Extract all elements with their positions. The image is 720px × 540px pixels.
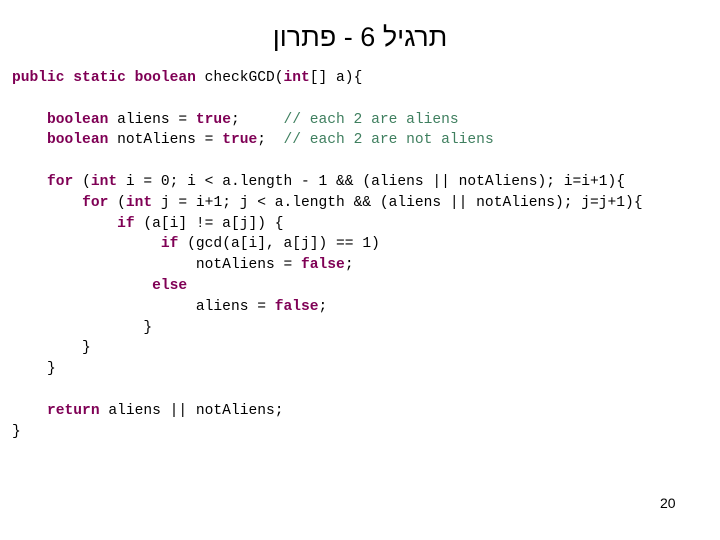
code-text: } — [12, 361, 56, 378]
code-text: checkGCD( — [195, 70, 284, 86]
code-keyword: if — [160, 236, 179, 253]
page-number: 20 — [660, 495, 676, 511]
code-text: aliens = — [108, 111, 196, 128]
code-line: } — [12, 318, 643, 339]
code-keyword: boolean — [47, 132, 109, 149]
code-text: aliens || notAliens; — [99, 402, 284, 419]
code-line: for (int j = i+1; j < a.length && (alien… — [12, 193, 643, 214]
code-text: j = i+1; j < a.length && (aliens || notA… — [152, 194, 643, 211]
code-line: else — [12, 276, 643, 297]
code-keyword: int — [283, 70, 310, 86]
code-keyword: int — [90, 173, 118, 190]
code-text: i = 0; i < a.length - 1 && (aliens || no… — [117, 173, 626, 190]
code-line: boolean aliens = true; // each 2 are ali… — [12, 110, 643, 131]
code-text: ; — [230, 111, 284, 128]
code-text: ( — [108, 194, 126, 211]
code-line: if (gcd(a[i], a[j]) == 1) — [12, 234, 643, 255]
code-comment: // each 2 are not aliens — [283, 132, 494, 149]
code-comment: // each 2 are aliens — [283, 111, 459, 128]
code-keyword: if — [117, 215, 135, 232]
code-text: (gcd(a[i], a[j]) == 1) — [178, 236, 380, 253]
code-keyword: true — [195, 111, 231, 128]
code-text: ( — [73, 173, 91, 190]
code-keyword: false — [301, 257, 345, 274]
code-text: (a[i] != a[j]) { — [134, 215, 284, 232]
code-keyword: return — [47, 402, 100, 419]
code-line: if (a[i] != a[j]) { — [12, 214, 643, 235]
code-line: } — [12, 338, 643, 359]
code-keyword: true — [222, 132, 258, 149]
code-text: } — [12, 319, 153, 336]
code-line: boolean notAliens = true; // each 2 are … — [12, 130, 643, 151]
code-line: aliens = false; — [12, 297, 643, 318]
code-text: ; — [318, 298, 328, 315]
code-text: notAliens = — [108, 132, 223, 149]
code-keyword: false — [274, 298, 319, 315]
code-line: return aliens || notAliens; — [12, 401, 643, 422]
code-block: public static boolean checkGCD(int[] a){… — [12, 68, 643, 442]
code-keyword: int — [125, 194, 153, 211]
code-line: for (int i = 0; i < a.length - 1 && (ali… — [12, 172, 643, 193]
code-keyword: for — [47, 173, 74, 190]
code-text: ; — [344, 257, 354, 274]
code-line: notAliens = false; — [12, 255, 643, 276]
code-line: } — [12, 359, 643, 380]
code-keyword: else — [152, 277, 188, 294]
code-text: [] a){ — [309, 70, 363, 86]
code-keyword: boolean — [47, 111, 109, 128]
code-keyword: for — [82, 194, 109, 211]
code-text: } — [12, 340, 91, 357]
code-line: public static boolean checkGCD(int[] a){ — [12, 68, 643, 89]
code-keyword: public static boolean — [12, 70, 196, 86]
code-line: } — [12, 422, 643, 443]
code-text: ; — [257, 132, 284, 149]
slide-title: תרגיל 6 - פתרון — [272, 22, 448, 52]
code-text: } — [12, 423, 21, 440]
code-text: notAliens = — [12, 257, 302, 274]
code-text: aliens = — [12, 298, 275, 315]
